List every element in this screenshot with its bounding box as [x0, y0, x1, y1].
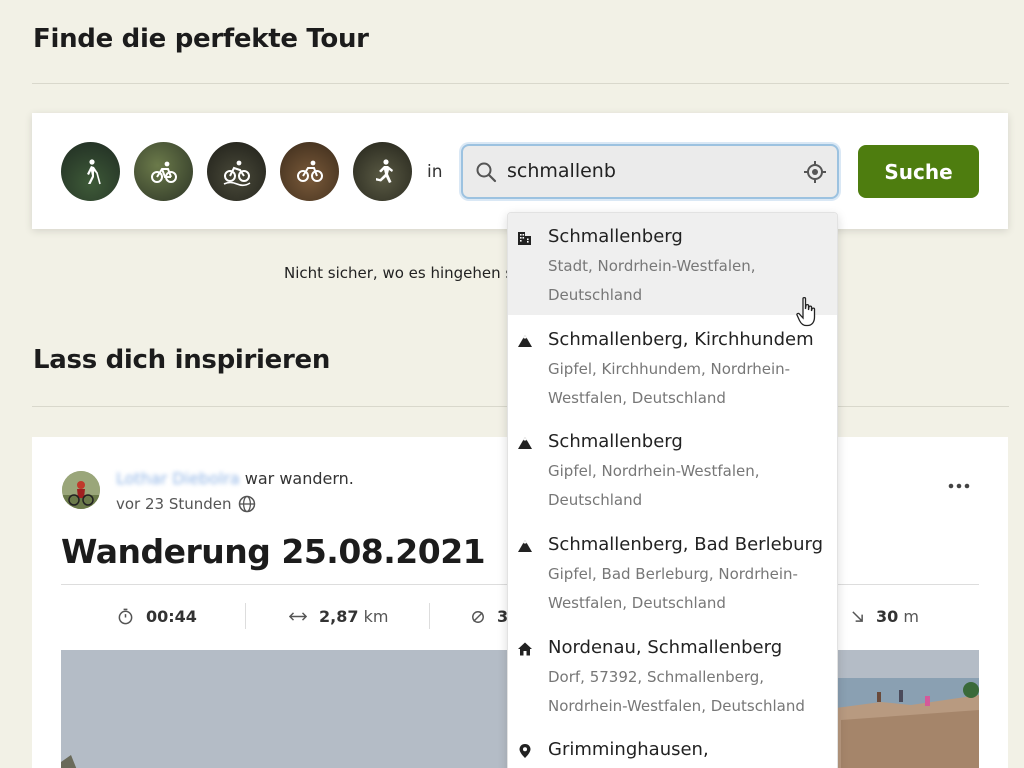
stat-duration: 00:44	[117, 607, 197, 626]
suggestion-title: Schmallenberg	[548, 226, 683, 247]
peak-icon	[518, 540, 532, 552]
suggestion-item[interactable]: Schmallenberg, Bad Berleburg Gipfel, Bad…	[508, 521, 837, 623]
activity-action: war wandern.	[244, 469, 354, 488]
post-time-line: vor 23 Stunden	[116, 495, 256, 513]
bike-icon	[150, 161, 177, 183]
peak-icon	[518, 437, 532, 449]
gravel-icon	[296, 160, 323, 182]
mtb-icon	[223, 160, 250, 186]
avatar[interactable]	[62, 471, 100, 509]
stat-distance-value: 2,87	[319, 607, 359, 626]
hand-cursor-icon	[796, 296, 816, 327]
suggestion-subtitle: Stadt, Nordrhein-Westfalen, Deutschland	[548, 257, 756, 304]
distance-icon	[289, 612, 307, 621]
author-line: Lothar Diebolra war wandern.	[116, 469, 354, 488]
stat-descent-value: 30	[876, 607, 899, 626]
sport-running-button[interactable]	[353, 142, 412, 201]
location-search-box[interactable]	[461, 144, 839, 199]
stat-duration-value: 00:44	[146, 607, 197, 626]
in-label: in	[427, 162, 443, 182]
peak-icon	[518, 335, 532, 347]
stat-speed: 3	[471, 607, 508, 626]
sport-mtb-button[interactable]	[207, 142, 266, 201]
stopwatch-icon	[118, 608, 133, 625]
unsure-link[interactable]: Nicht sicher, wo es hingehen s	[284, 264, 509, 282]
activity-title[interactable]: Wanderung 25.08.2021	[61, 532, 486, 571]
author-name[interactable]: Lothar Diebolra	[116, 469, 240, 488]
speed-icon	[472, 610, 484, 623]
inspire-heading: Lass dich inspirieren	[33, 345, 331, 375]
running-icon	[375, 158, 393, 183]
suggestion-title: Schmallenberg, Kirchhundem	[548, 329, 814, 350]
sport-bike-button[interactable]	[134, 142, 193, 201]
stat-separator	[429, 603, 430, 629]
stat-distance: 2,87 km	[289, 607, 388, 626]
stat-descent-unit: m	[903, 607, 919, 626]
suggestion-item[interactable]: Grimminghausen,	[508, 726, 837, 768]
sport-hiking-button[interactable]	[61, 142, 120, 201]
suggestion-subtitle: Gipfel, Kirchhundem, Nordrhein- Westfalen…	[548, 360, 791, 407]
pin-icon	[519, 744, 531, 758]
stat-descent: 30 m	[851, 607, 919, 626]
suggestion-subtitle: Dorf, 57392, Schmallenberg, Nordrhein-Wes…	[548, 668, 805, 715]
suggestion-subtitle: Gipfel, Nordrhein-Westfalen, Deutschland	[548, 462, 760, 509]
home-icon	[518, 642, 532, 656]
suggestion-title: Nordenau, Schmallenberg	[548, 637, 783, 658]
suggestion-item[interactable]: Schmallenberg Gipfel, Nordrhein-Westfale…	[508, 418, 837, 520]
location-suggestions-dropdown: Schmallenberg Stadt, Nordrhein-Westfalen…	[507, 212, 838, 768]
post-time: vor 23 Stunden	[116, 495, 232, 513]
suggestion-item[interactable]: Nordenau, Schmallenberg Dorf, 57392, Sch…	[508, 624, 837, 726]
suggestion-item[interactable]: Schmallenberg Stadt, Nordrhein-Westfalen…	[508, 213, 837, 315]
suggestion-title: Schmallenberg	[548, 431, 683, 452]
search-icon	[476, 162, 497, 183]
hiking-icon	[86, 158, 101, 184]
locate-me-icon[interactable]	[803, 160, 827, 184]
descent-icon	[852, 611, 863, 622]
sport-gravel-button[interactable]	[280, 142, 339, 201]
suggestion-subtitle: Gipfel, Bad Berleburg, Nordrhein- Westfal…	[548, 565, 798, 612]
divider	[32, 83, 1009, 84]
location-search-input[interactable]	[507, 153, 797, 189]
suggestion-title: Grimminghausen,	[548, 739, 709, 760]
globe-icon	[238, 495, 255, 513]
stat-distance-unit: km	[363, 607, 389, 626]
page-title: Finde die perfekte Tour	[33, 24, 369, 54]
stat-separator	[245, 603, 246, 629]
city-icon	[518, 232, 531, 245]
search-button[interactable]: Suche	[858, 145, 979, 198]
suggestion-title: Schmallenberg, Bad Berleburg	[548, 534, 824, 555]
more-options-icon[interactable]	[948, 482, 970, 490]
suggestion-item[interactable]: Schmallenberg, Kirchhundem Gipfel, Kirch…	[508, 316, 837, 418]
